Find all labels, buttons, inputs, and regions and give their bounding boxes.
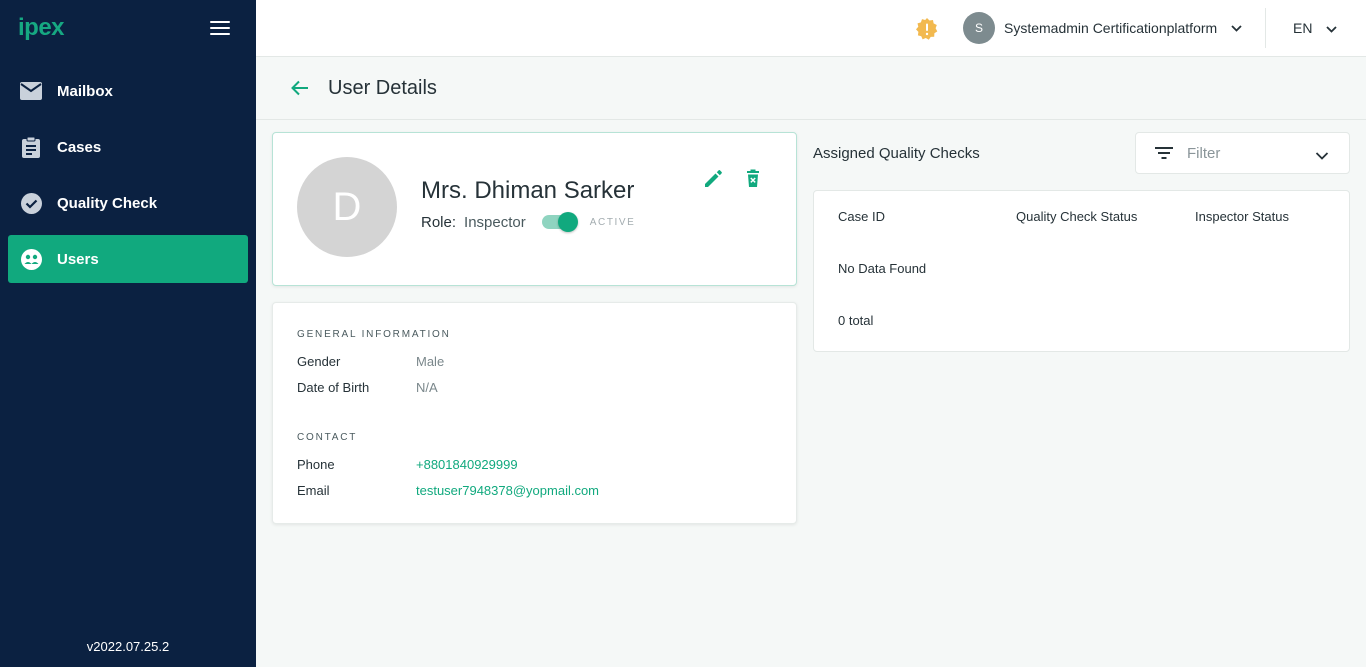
avatar: S (963, 12, 995, 44)
role-value: Inspector (464, 213, 526, 231)
logo-row: ipex (0, 0, 256, 56)
info-label: Phone (297, 457, 335, 472)
active-toggle[interactable] (541, 212, 578, 232)
page-title: User Details (328, 76, 437, 99)
sidebar-item-users[interactable]: Users (8, 235, 248, 283)
logo: ipex (18, 14, 65, 41)
check-circle-icon (20, 192, 42, 214)
info-row-dob: Date of Birth N/A (297, 380, 438, 395)
app-version: v2022.07.25.2 (86, 639, 170, 654)
column-header-inspector-status[interactable]: Inspector Status (1195, 209, 1289, 224)
info-row-gender: Gender Male (297, 354, 444, 369)
sidebar: ipex Mailbox Cases Quality Check Users v… (0, 0, 256, 667)
info-value: N/A (416, 380, 438, 395)
role-row: Role: Inspector ACTIVE (421, 212, 635, 232)
clipboard-icon (20, 136, 42, 158)
top-bar: S Systemadmin Certificationplatform EN (256, 0, 1366, 57)
sidebar-item-label: Mailbox (57, 82, 113, 100)
phone-link[interactable]: +8801840929999 (416, 457, 518, 472)
info-label: Email (297, 483, 330, 498)
assigned-checks-table: Case ID Quality Check Status Inspector S… (813, 190, 1350, 352)
users-icon (20, 248, 42, 270)
role-label: Role: (421, 213, 457, 231)
header-divider (1265, 8, 1266, 48)
info-row-email: Email testuser7948378@yopmail.com (297, 483, 599, 498)
language-selector[interactable]: EN (1293, 20, 1338, 36)
delete-icon[interactable] (742, 168, 764, 190)
status-text: ACTIVE (589, 216, 636, 228)
sidebar-item-cases[interactable]: Cases (8, 123, 248, 171)
sidebar-item-label: Quality Check (57, 194, 158, 212)
user-name: Systemadmin Certificationplatform (1004, 20, 1218, 36)
filter-icon (1154, 145, 1174, 161)
alert-badge-icon[interactable] (916, 18, 938, 40)
sidebar-item-quality-check[interactable]: Quality Check (8, 179, 248, 227)
user-menu[interactable]: S Systemadmin Certificationplatform (963, 12, 1242, 44)
assigned-checks-title: Assigned Quality Checks (813, 145, 980, 162)
email-link[interactable]: testuser7948378@yopmail.com (416, 483, 599, 498)
column-header-quality-check-status[interactable]: Quality Check Status (1016, 209, 1137, 224)
info-row-phone: Phone +8801840929999 (297, 457, 518, 472)
info-label: Gender (297, 354, 341, 369)
sidebar-nav: Mailbox Cases Quality Check Users (0, 67, 256, 283)
empty-state-text: No Data Found (838, 261, 927, 276)
filter-placeholder: Filter (1187, 144, 1221, 162)
user-info-card: GENERAL INFORMATION Gender Male Date of … (272, 302, 797, 524)
column-header-case-id[interactable]: Case ID (838, 209, 885, 224)
section-title-contact: CONTACT (297, 432, 358, 443)
chevron-down-icon (1326, 20, 1338, 36)
info-value: Male (416, 354, 445, 369)
menu-toggle-icon[interactable] (210, 21, 230, 35)
filter-dropdown[interactable]: Filter (1135, 132, 1350, 174)
total-count: 0 total (838, 313, 874, 328)
profile-card: D Mrs. Dhiman Sarker Role: Inspector ACT… (272, 132, 797, 286)
chevron-down-icon (1231, 19, 1242, 37)
sidebar-item-label: Cases (57, 138, 102, 156)
page-header: User Details (256, 57, 1366, 120)
profile-name: Mrs. Dhiman Sarker (421, 177, 635, 204)
info-label: Date of Birth (297, 380, 370, 395)
back-arrow-icon[interactable] (290, 78, 310, 98)
sidebar-item-mailbox[interactable]: Mailbox (8, 67, 248, 115)
avatar: D (297, 157, 397, 257)
section-title-general: GENERAL INFORMATION (297, 329, 451, 340)
language-label: EN (1293, 20, 1313, 36)
sidebar-item-label: Users (57, 250, 99, 268)
chevron-down-icon (1315, 148, 1329, 160)
edit-icon[interactable] (702, 168, 724, 190)
mail-icon (20, 80, 42, 102)
